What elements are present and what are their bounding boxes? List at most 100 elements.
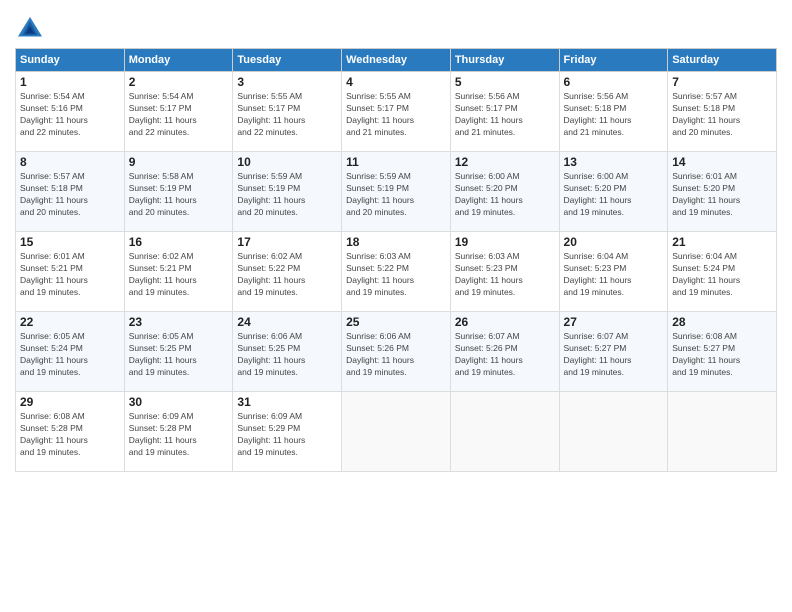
calendar-cell: 5Sunrise: 5:56 AMSunset: 5:17 PMDaylight… <box>450 72 559 152</box>
calendar-week-4: 22 Sunrise: 6:05 AMSunset: 5:24 PMDayligh… <box>16 312 777 392</box>
day-info: Sunrise: 6:05 AMSunset: 5:24 PMDaylight:… <box>20 331 120 379</box>
day-info: Sunrise: 6:01 AMSunset: 5:20 PMDaylight:… <box>672 171 772 219</box>
day-number: 10 <box>237 155 337 169</box>
day-number: 31 <box>237 395 337 409</box>
day-info: Sunrise: 5:54 AMSunset: 5:17 PMDaylight:… <box>129 91 229 139</box>
day-number: 28 <box>672 315 772 329</box>
day-number: 24 <box>237 315 337 329</box>
day-number: 25 <box>346 315 446 329</box>
day-info: Sunrise: 6:09 AMSunset: 5:28 PMDaylight:… <box>129 411 229 459</box>
calendar-cell <box>450 392 559 472</box>
day-info: Sunrise: 6:04 AMSunset: 5:24 PMDaylight:… <box>672 251 772 299</box>
header <box>15 10 777 44</box>
calendar-cell: 27Sunrise: 6:07 AMSunset: 5:27 PMDayligh… <box>559 312 668 392</box>
day-info: Sunrise: 5:58 AMSunset: 5:19 PMDaylight:… <box>129 171 229 219</box>
day-number: 13 <box>564 155 664 169</box>
day-number: 18 <box>346 235 446 249</box>
calendar-cell: 20 Sunrise: 6:04 AMSunset: 5:23 PMDayligh… <box>559 232 668 312</box>
day-number: 16 <box>129 235 229 249</box>
page: SundayMondayTuesdayWednesdayThursdayFrid… <box>0 0 792 612</box>
day-number: 21 <box>672 235 772 249</box>
day-number: 11 <box>346 155 446 169</box>
calendar-cell: 28 Sunrise: 6:08 AMSunset: 5:27 PMDayligh… <box>668 312 777 392</box>
calendar-cell: 2 Sunrise: 5:54 AMSunset: 5:17 PMDaylight… <box>124 72 233 152</box>
calendar-cell: 17 Sunrise: 6:02 AMSunset: 5:22 PMDayligh… <box>233 232 342 312</box>
day-number: 23 <box>129 315 229 329</box>
day-info: Sunrise: 6:05 AMSunset: 5:25 PMDaylight:… <box>129 331 229 379</box>
calendar-cell: 15Sunrise: 6:01 AMSunset: 5:21 PMDayligh… <box>16 232 125 312</box>
calendar-header: SundayMondayTuesdayWednesdayThursdayFrid… <box>16 49 777 72</box>
day-number: 9 <box>129 155 229 169</box>
day-info: Sunrise: 5:55 AMSunset: 5:17 PMDaylight:… <box>237 91 337 139</box>
day-info: Sunrise: 6:06 AMSunset: 5:26 PMDaylight:… <box>346 331 446 379</box>
calendar-week-5: 29 Sunrise: 6:08 AMSunset: 5:28 PMDayligh… <box>16 392 777 472</box>
day-info: Sunrise: 6:03 AMSunset: 5:22 PMDaylight:… <box>346 251 446 299</box>
logo <box>15 14 47 44</box>
weekday-header-friday: Friday <box>559 49 668 72</box>
day-number: 20 <box>564 235 664 249</box>
day-number: 19 <box>455 235 555 249</box>
calendar-week-2: 8Sunrise: 5:57 AMSunset: 5:18 PMDaylight… <box>16 152 777 232</box>
day-number: 7 <box>672 75 772 89</box>
calendar-cell: 19Sunrise: 6:03 AMSunset: 5:23 PMDayligh… <box>450 232 559 312</box>
calendar-cell: 10 Sunrise: 5:59 AMSunset: 5:19 PMDayligh… <box>233 152 342 232</box>
day-info: Sunrise: 6:08 AMSunset: 5:28 PMDaylight:… <box>20 411 120 459</box>
logo-icon <box>15 14 45 44</box>
weekday-header-monday: Monday <box>124 49 233 72</box>
calendar-cell: 13 Sunrise: 6:00 AMSunset: 5:20 PMDayligh… <box>559 152 668 232</box>
calendar-cell <box>668 392 777 472</box>
calendar-cell: 30Sunrise: 6:09 AMSunset: 5:28 PMDayligh… <box>124 392 233 472</box>
day-info: Sunrise: 5:57 AMSunset: 5:18 PMDaylight:… <box>672 91 772 139</box>
day-info: Sunrise: 6:08 AMSunset: 5:27 PMDaylight:… <box>672 331 772 379</box>
calendar-cell: 31 Sunrise: 6:09 AMSunset: 5:29 PMDayligh… <box>233 392 342 472</box>
day-info: Sunrise: 5:59 AMSunset: 5:19 PMDaylight:… <box>346 171 446 219</box>
day-info: Sunrise: 6:02 AMSunset: 5:22 PMDaylight:… <box>237 251 337 299</box>
day-number: 8 <box>20 155 120 169</box>
weekday-header-sunday: Sunday <box>16 49 125 72</box>
calendar-cell: 26Sunrise: 6:07 AMSunset: 5:26 PMDayligh… <box>450 312 559 392</box>
day-info: Sunrise: 6:07 AMSunset: 5:27 PMDaylight:… <box>564 331 664 379</box>
calendar-cell: 24 Sunrise: 6:06 AMSunset: 5:25 PMDayligh… <box>233 312 342 392</box>
calendar-week-3: 15Sunrise: 6:01 AMSunset: 5:21 PMDayligh… <box>16 232 777 312</box>
day-number: 3 <box>237 75 337 89</box>
day-number: 14 <box>672 155 772 169</box>
day-info: Sunrise: 6:04 AMSunset: 5:23 PMDaylight:… <box>564 251 664 299</box>
day-number: 15 <box>20 235 120 249</box>
day-info: Sunrise: 5:56 AMSunset: 5:18 PMDaylight:… <box>564 91 664 139</box>
calendar-cell: 29 Sunrise: 6:08 AMSunset: 5:28 PMDayligh… <box>16 392 125 472</box>
calendar-cell <box>559 392 668 472</box>
day-info: Sunrise: 6:09 AMSunset: 5:29 PMDaylight:… <box>237 411 337 459</box>
day-number: 12 <box>455 155 555 169</box>
calendar-cell: 12 Sunrise: 6:00 AMSunset: 5:20 PMDayligh… <box>450 152 559 232</box>
weekday-row: SundayMondayTuesdayWednesdayThursdayFrid… <box>16 49 777 72</box>
day-number: 6 <box>564 75 664 89</box>
weekday-header-wednesday: Wednesday <box>342 49 451 72</box>
day-number: 2 <box>129 75 229 89</box>
calendar-cell: 8Sunrise: 5:57 AMSunset: 5:18 PMDaylight… <box>16 152 125 232</box>
day-info: Sunrise: 6:00 AMSunset: 5:20 PMDaylight:… <box>455 171 555 219</box>
calendar-cell: 14 Sunrise: 6:01 AMSunset: 5:20 PMDayligh… <box>668 152 777 232</box>
day-info: Sunrise: 5:55 AMSunset: 5:17 PMDaylight:… <box>346 91 446 139</box>
calendar-cell: 16 Sunrise: 6:02 AMSunset: 5:21 PMDayligh… <box>124 232 233 312</box>
calendar-week-1: 1Sunrise: 5:54 AMSunset: 5:16 PMDaylight… <box>16 72 777 152</box>
day-number: 29 <box>20 395 120 409</box>
day-info: Sunrise: 6:00 AMSunset: 5:20 PMDaylight:… <box>564 171 664 219</box>
calendar-cell <box>342 392 451 472</box>
weekday-header-saturday: Saturday <box>668 49 777 72</box>
calendar-cell: 11 Sunrise: 5:59 AMSunset: 5:19 PMDayligh… <box>342 152 451 232</box>
calendar-cell: 18 Sunrise: 6:03 AMSunset: 5:22 PMDayligh… <box>342 232 451 312</box>
day-number: 17 <box>237 235 337 249</box>
day-info: Sunrise: 5:56 AMSunset: 5:17 PMDaylight:… <box>455 91 555 139</box>
calendar-cell: 23 Sunrise: 6:05 AMSunset: 5:25 PMDayligh… <box>124 312 233 392</box>
calendar-cell: 22 Sunrise: 6:05 AMSunset: 5:24 PMDayligh… <box>16 312 125 392</box>
calendar-cell: 4 Sunrise: 5:55 AMSunset: 5:17 PMDaylight… <box>342 72 451 152</box>
calendar-cell: 9 Sunrise: 5:58 AMSunset: 5:19 PMDaylight… <box>124 152 233 232</box>
day-number: 26 <box>455 315 555 329</box>
weekday-header-tuesday: Tuesday <box>233 49 342 72</box>
day-info: Sunrise: 6:02 AMSunset: 5:21 PMDaylight:… <box>129 251 229 299</box>
calendar-cell: 21 Sunrise: 6:04 AMSunset: 5:24 PMDayligh… <box>668 232 777 312</box>
day-number: 22 <box>20 315 120 329</box>
day-info: Sunrise: 6:06 AMSunset: 5:25 PMDaylight:… <box>237 331 337 379</box>
day-number: 4 <box>346 75 446 89</box>
day-info: Sunrise: 5:59 AMSunset: 5:19 PMDaylight:… <box>237 171 337 219</box>
